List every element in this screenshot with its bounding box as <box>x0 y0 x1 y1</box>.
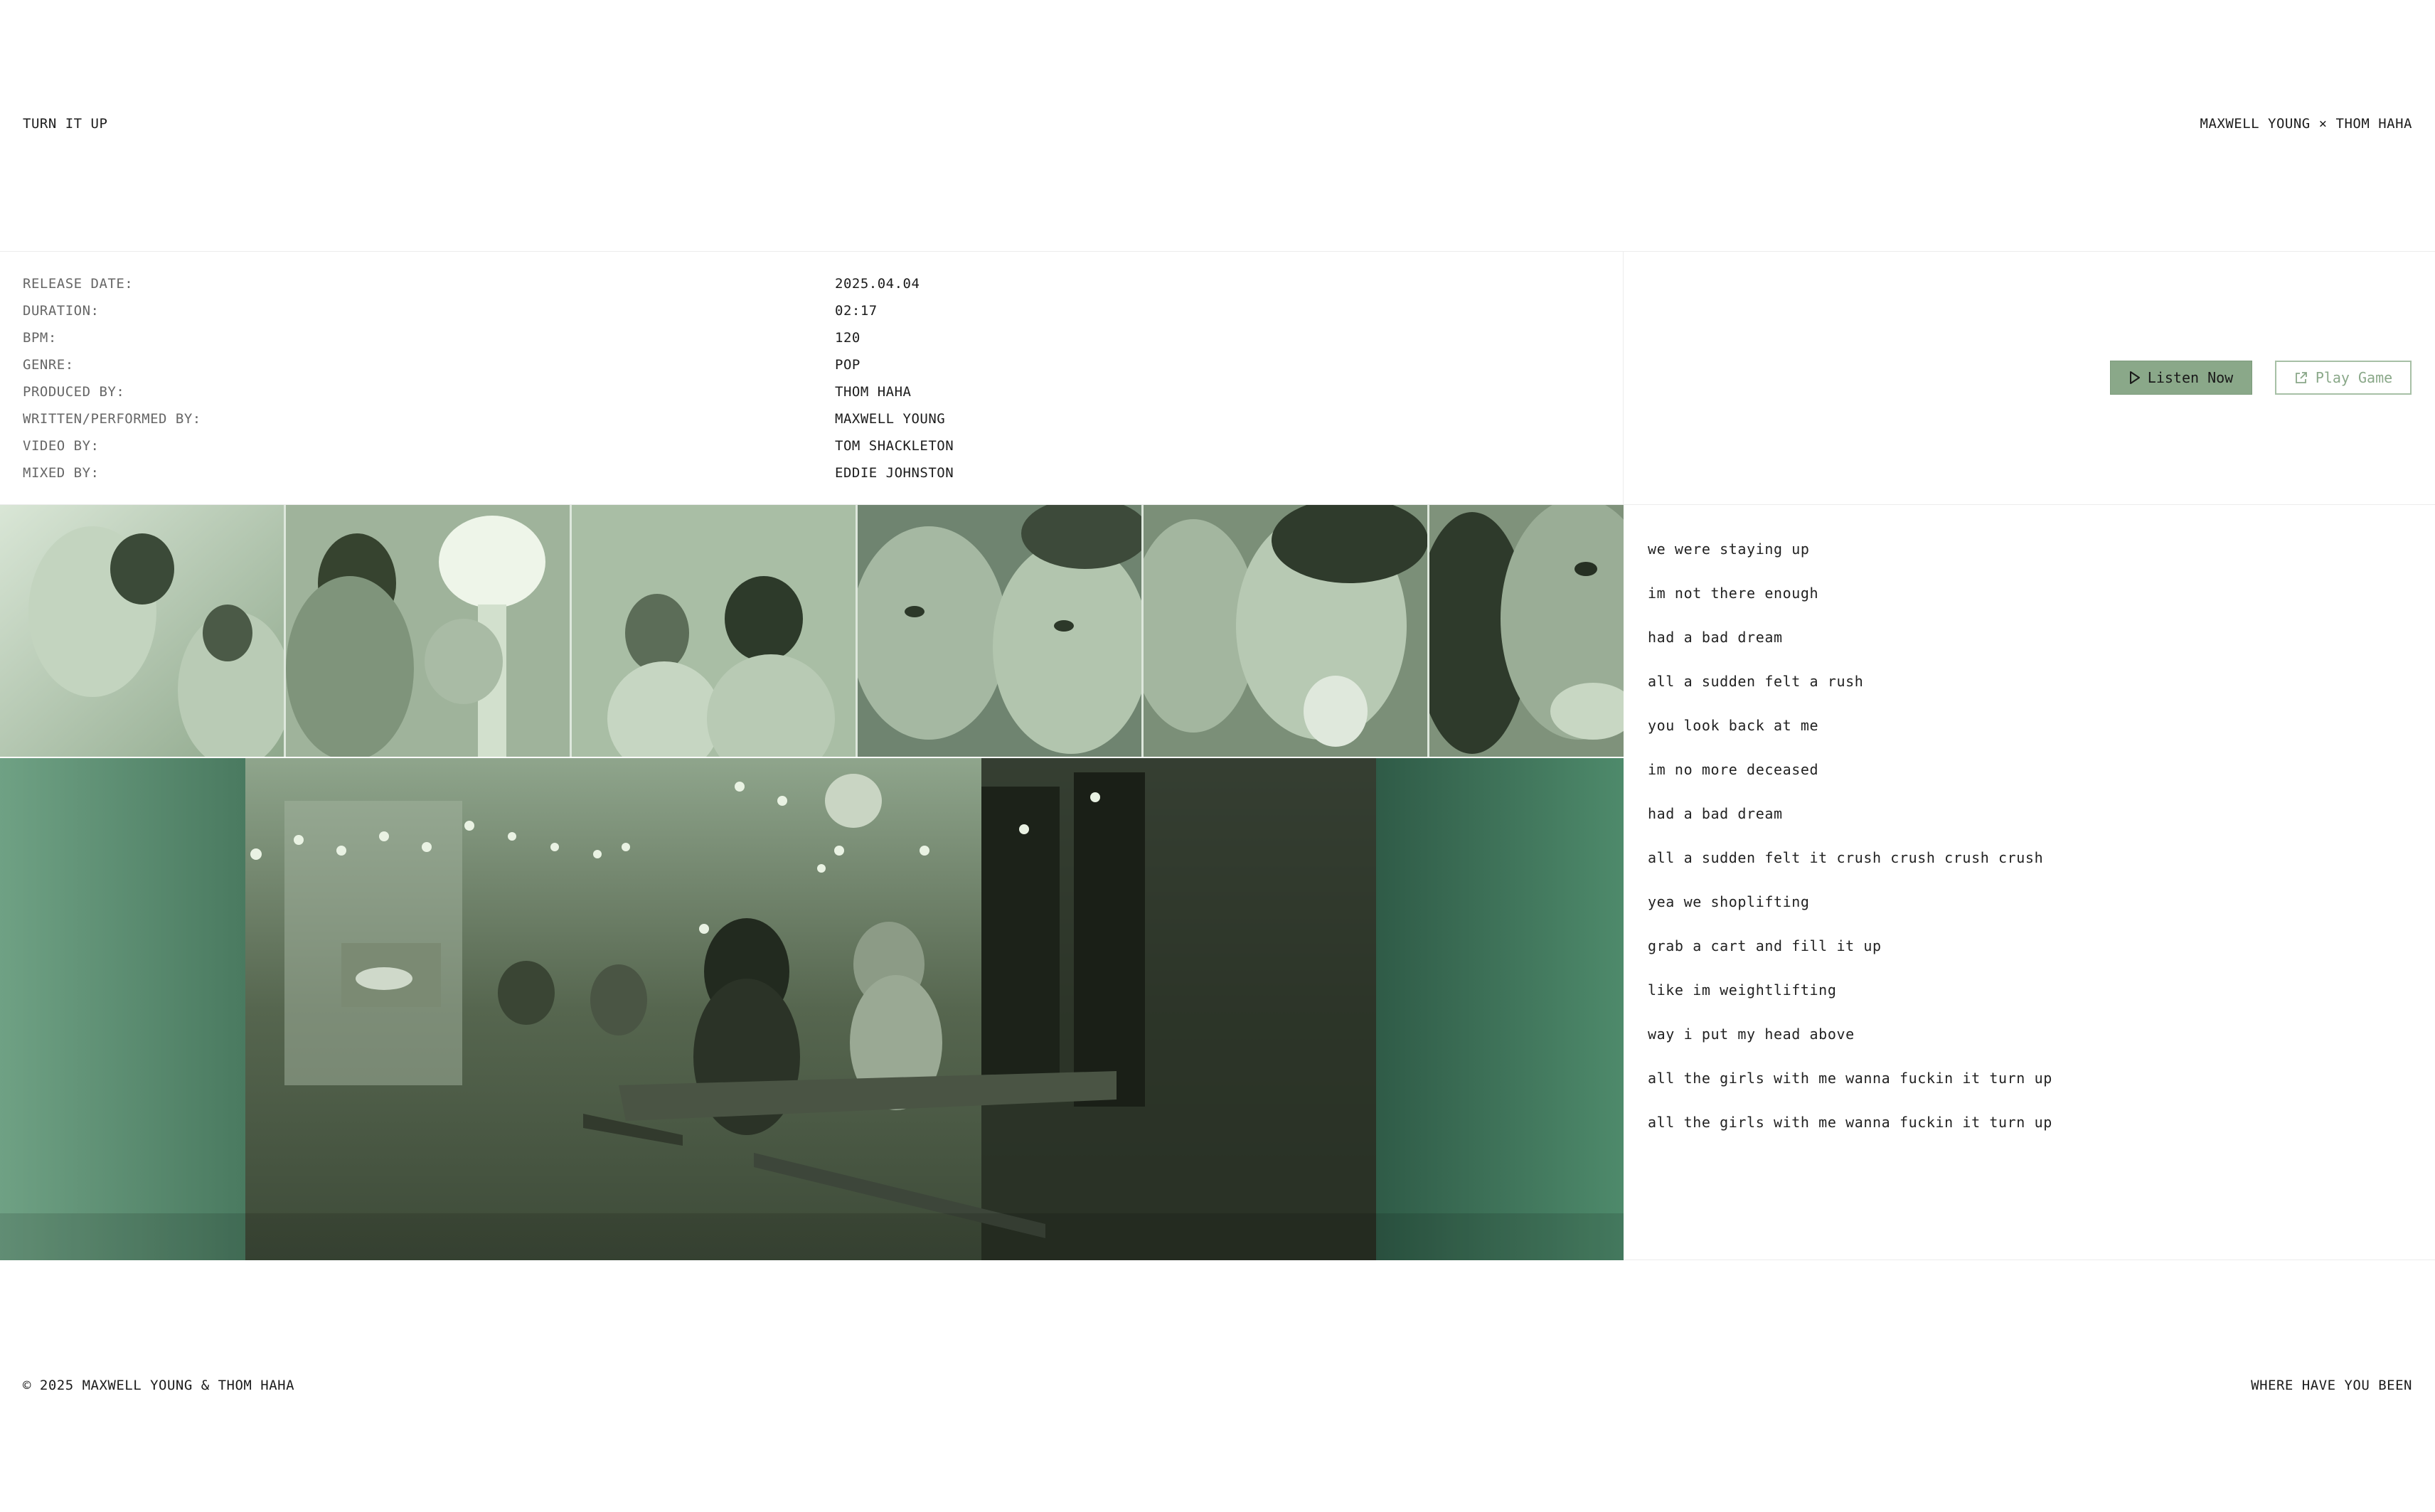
action-panel: Listen Now Play Game <box>1624 252 2435 505</box>
meta-row-produced-by: PRODUCED BY: THOM HAHA <box>23 384 1587 411</box>
lyric-line: all a sudden felt a rush <box>1648 673 1864 690</box>
meta-label: GENRE: <box>23 357 74 373</box>
video-still <box>1144 505 1427 757</box>
lyric-line: grab a cart and fill it up <box>1648 937 1882 954</box>
meta-value: TOM SHACKLETON <box>835 438 954 454</box>
lyric-line: im not there enough <box>1648 585 1819 602</box>
lyric-line: all a sudden felt it crush crush crush c… <box>1648 849 2044 866</box>
lyric-line: had a bad dream <box>1648 629 1783 646</box>
lyric-line: like im weightlifting <box>1648 981 1837 999</box>
meta-value: THOM HAHA <box>835 384 912 400</box>
listen-now-label: Listen Now <box>2147 369 2234 386</box>
video-still <box>0 505 284 757</box>
lyric-line: yea we shoplifting <box>1648 893 1810 910</box>
meta-value: EDDIE JOHNSTON <box>835 465 954 481</box>
video-still <box>572 505 856 757</box>
meta-label: MIXED BY: <box>23 465 100 481</box>
meta-row-duration: DURATION: 02:17 <box>23 303 1587 330</box>
song-title: TURN IT UP <box>23 116 108 132</box>
music-video-player[interactable] <box>0 758 1624 1260</box>
meta-value: 02:17 <box>835 303 878 319</box>
meta-label: RELEASE DATE: <box>23 276 134 292</box>
play-game-button[interactable]: Play Game <box>2275 361 2412 395</box>
lyric-line: you look back at me <box>1648 717 1819 734</box>
meta-value: 2025.04.04 <box>835 276 920 292</box>
meta-value: POP <box>835 357 860 373</box>
lyric-line: all the girls with me wanna fuckin it tu… <box>1648 1070 2052 1087</box>
meta-row-release-date: RELEASE DATE: 2025.04.04 <box>23 276 1587 303</box>
external-link-icon <box>2294 371 2308 385</box>
video-still <box>1429 505 1624 757</box>
video-still <box>858 505 1141 757</box>
listen-now-button[interactable]: Listen Now <box>2110 361 2252 395</box>
meta-label: VIDEO BY: <box>23 438 100 454</box>
meta-row-genre: GENRE: POP <box>23 357 1587 384</box>
meta-value: MAXWELL YOUNG <box>835 411 946 427</box>
play-icon <box>2129 371 2141 385</box>
video-still <box>286 505 570 757</box>
meta-row-mixed-by: MIXED BY: EDDIE JOHNSTON <box>23 465 1587 492</box>
lyric-line: had a bad dream <box>1648 805 1783 822</box>
where-have-you-been-link[interactable]: WHERE HAVE YOU BEEN <box>2251 1378 2412 1393</box>
lyrics-panel: we were staying up im not there enough h… <box>1624 505 2435 1260</box>
meta-row-written-by: WRITTEN/PERFORMED BY: MAXWELL YOUNG <box>23 411 1587 438</box>
site-header: TURN IT UP MAXWELL YOUNG × THOM HAHA <box>0 0 2435 252</box>
lyric-line: im no more deceased <box>1648 761 1819 778</box>
meta-label: PRODUCED BY: <box>23 384 125 400</box>
artist-credit: MAXWELL YOUNG × THOM HAHA <box>2200 116 2412 132</box>
lyric-line: way i put my head above <box>1648 1026 1855 1043</box>
meta-label: DURATION: <box>23 303 100 319</box>
meta-label: WRITTEN/PERFORMED BY: <box>23 411 201 427</box>
lyric-line: all the girls with me wanna fuckin it tu… <box>1648 1114 2052 1131</box>
meta-row-video-by: VIDEO BY: TOM SHACKLETON <box>23 438 1587 465</box>
meta-value: 120 <box>835 330 860 346</box>
video-stills-strip <box>0 505 1624 757</box>
track-metadata: RELEASE DATE: 2025.04.04 DURATION: 02:17… <box>0 252 1624 505</box>
meta-label: BPM: <box>23 330 57 346</box>
meta-row-bpm: BPM: 120 <box>23 330 1587 357</box>
lyric-line: we were staying up <box>1648 541 1810 558</box>
copyright-text: © 2025 MAXWELL YOUNG & THOM HAHA <box>23 1378 295 1393</box>
play-game-label: Play Game <box>2315 369 2393 386</box>
